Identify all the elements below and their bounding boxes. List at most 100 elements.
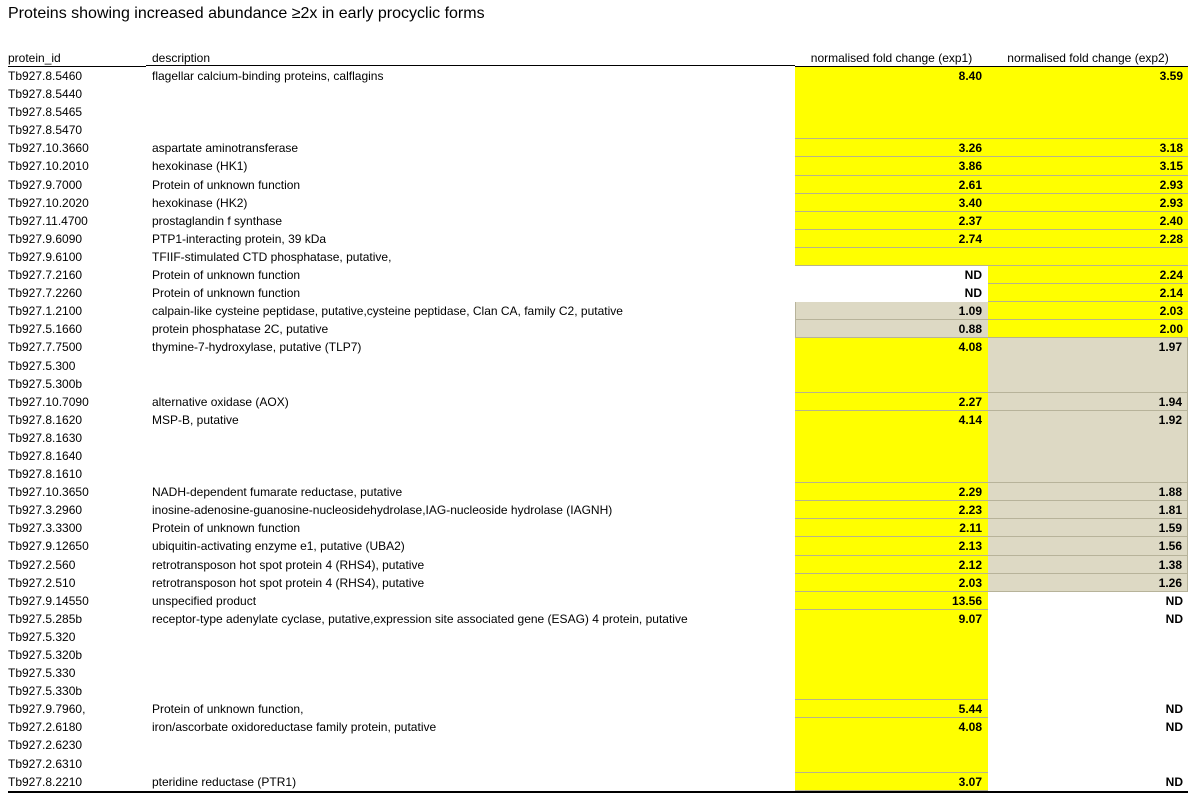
table-row: Tb927.10.2020 hexokinase (HK2) 3.40 2.93 (8, 193, 1188, 212)
description-cell: retrotransposon hot spot protein 4 (RHS4… (152, 557, 425, 572)
exp1-value-cell: 8.40 (795, 67, 988, 86)
exp2-value-cell (988, 121, 1188, 140)
data-table-body: Tb927.8.5460 flagellar calcium-binding pr… (8, 67, 1188, 791)
column-header-exp2: normalised fold change (exp2) (988, 50, 1188, 67)
description-cell: unspecified product (152, 593, 257, 608)
exp1-value-cell: 9.07 (795, 609, 988, 628)
exp1-value-cell: 13.56 (795, 591, 988, 610)
exp2-value-cell: 1.97 (988, 338, 1188, 357)
table-row: Tb927.7.7500 thymine-7-hydroxylase, putat… (8, 338, 1188, 357)
exp2-value-cell (988, 356, 1188, 375)
exp2-value-cell: 1.88 (988, 483, 1188, 502)
protein-id-cell: Tb927.9.6100 (8, 249, 83, 264)
exp2-value-cell: ND (1165, 611, 1183, 626)
exp2-value-cell (988, 646, 1188, 664)
description-cell: receptor-type adenylate cyclase, putativ… (152, 611, 688, 626)
protein-id-cell: Tb927.9.12650 (8, 539, 89, 554)
exp2-value-cell (988, 465, 1188, 484)
description-cell (146, 664, 795, 682)
protein-id-cell: Tb927.8.5470 (8, 123, 83, 138)
description-cell: NADH-dependent fumarate reductase, putat… (152, 485, 403, 500)
description-cell: pteridine reductase (PTR1) (152, 774, 297, 789)
exp2-value-cell: 2.00 (988, 320, 1188, 339)
exp2-value-cell (988, 103, 1188, 122)
table-row: Tb927.8.1610 (8, 465, 1188, 484)
protein-id-cell: Tb927.7.2260 (8, 286, 83, 301)
exp1-value-cell: ND (964, 268, 982, 283)
protein-id-cell: Tb927.2.6230 (8, 738, 83, 753)
table-row: Tb927.5.320b (8, 646, 1188, 665)
table-row: Tb927.5.300 (8, 356, 1188, 375)
description-cell (146, 375, 795, 393)
description-cell (146, 447, 795, 465)
exp2-value-cell: 3.18 (988, 139, 1188, 158)
exp2-value-cell: 1.94 (988, 392, 1188, 411)
table-bottom-rule (8, 791, 1188, 793)
table-row: Tb927.5.320 (8, 627, 1188, 646)
table-row: Tb927.2.6230 (8, 736, 1188, 755)
table-row: Tb927.2.6310 (8, 754, 1188, 773)
protein-id-cell: Tb927.5.330 (8, 666, 76, 681)
table-row: Tb927.1.2100 calpain-like cysteine peptid… (8, 302, 1188, 321)
table-row: Tb927.5.330 (8, 664, 1188, 683)
description-cell: prostaglandin f synthase (152, 213, 283, 228)
description-cell: MSP-B, putative (152, 412, 239, 427)
protein-id-cell: Tb927.8.1630 (8, 430, 83, 445)
protein-id-cell: Tb927.10.7090 (8, 394, 89, 409)
description-cell (146, 755, 795, 773)
description-cell (146, 85, 795, 103)
protein-id-cell: Tb927.10.3650 (8, 485, 89, 500)
exp1-value-cell (795, 121, 988, 140)
table-row: Tb927.8.5460 flagellar calcium-binding pr… (8, 67, 1188, 86)
exp1-value-cell: 2.12 (795, 555, 988, 574)
exp1-value-cell: 3.26 (795, 139, 988, 158)
exp1-value-cell: 5.44 (795, 700, 988, 719)
description-cell (146, 121, 795, 139)
exp2-value-cell: 3.15 (988, 157, 1188, 176)
table-row: Tb927.10.2010 hexokinase (HK1) 3.86 3.15 (8, 157, 1188, 176)
description-cell: hexokinase (HK2) (152, 195, 248, 210)
table-row: Tb927.8.1640 (8, 446, 1188, 466)
protein-id-cell: Tb927.9.7000 (8, 177, 83, 192)
exp2-value-cell (988, 736, 1188, 754)
description-cell: inosine-adenosine-guanosine-nucleosidehy… (152, 503, 613, 518)
protein-id-cell: Tb927.2.560 (8, 557, 76, 572)
column-header-exp1: normalised fold change (exp1) (795, 50, 988, 67)
exp2-value-cell (988, 85, 1188, 104)
exp2-value-cell: 2.24 (988, 266, 1188, 285)
description-cell: Protein of unknown function, (152, 702, 304, 717)
exp2-value-cell (988, 682, 1188, 700)
table-row: Tb927.8.1620 MSP-B, putative 4.14 1.92 (8, 410, 1188, 429)
table-row: Tb927.8.1630 (8, 428, 1188, 447)
exp2-value-cell (988, 664, 1188, 682)
exp1-value-cell (795, 428, 988, 447)
protein-id-cell: Tb927.5.320b (8, 648, 83, 662)
protein-id-cell: Tb927.2.6310 (8, 756, 83, 771)
protein-id-cell: Tb927.5.300 (8, 358, 76, 373)
column-header-protein-id: protein_id (8, 50, 146, 67)
protein-id-cell: Tb927.5.1660 (8, 322, 83, 337)
exp1-value-cell (795, 736, 988, 755)
exp2-value-cell: ND (1165, 593, 1183, 608)
exp2-value-cell (988, 446, 1188, 466)
exp2-value-cell: ND (1165, 720, 1183, 735)
protein-id-cell: Tb927.5.300b (8, 376, 83, 391)
table-row: Tb927.2.510 retrotransposon hot spot prot… (8, 573, 1188, 592)
exp2-value-cell (988, 755, 1188, 773)
description-cell: Protein of unknown function (152, 521, 301, 536)
exp1-value-cell (795, 646, 988, 665)
description-cell: retrotransposon hot spot protein 4 (RHS4… (152, 575, 425, 590)
protein-id-cell: Tb927.2.6180 (8, 720, 83, 735)
exp1-value-cell (795, 85, 988, 104)
description-cell: aspartate aminotransferase (152, 141, 299, 156)
table-row: Tb927.3.3300 Protein of unknown function 2… (8, 519, 1188, 538)
description-cell (146, 682, 795, 700)
protein-id-cell: Tb927.7.2160 (8, 268, 83, 283)
description-cell (146, 103, 795, 121)
table-row: Tb927.10.3650 NADH-dependent fumarate red… (8, 483, 1188, 502)
table-row: Tb927.7.2160 Protein of unknown function N… (8, 266, 1188, 285)
table-row: Tb927.5.300b (8, 374, 1188, 393)
table-row: Tb927.7.2260 Protein of unknown function N… (8, 284, 1188, 303)
exp1-value-cell (795, 627, 988, 646)
exp1-value-cell: 4.08 (795, 718, 988, 737)
